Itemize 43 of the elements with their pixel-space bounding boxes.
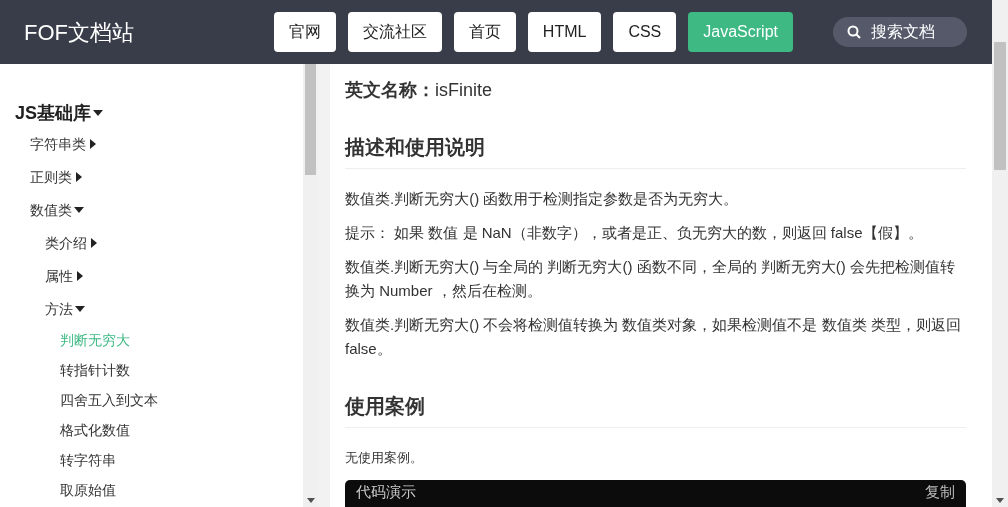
site-logo: FOF文档站 bbox=[24, 18, 134, 47]
caret-right-icon bbox=[89, 237, 99, 248]
sidebar-link[interactable]: 格式化数值 bbox=[60, 420, 130, 440]
section-heading: 描述和使用说明 bbox=[345, 132, 966, 169]
nav-button[interactable]: HTML bbox=[527, 12, 602, 52]
tree-toggle[interactable]: 数值类 bbox=[30, 199, 84, 220]
english-name: 英文名称：isFinite bbox=[345, 79, 493, 102]
copy-button[interactable]: 复制 bbox=[925, 483, 955, 501]
nav-button[interactable]: CSS bbox=[613, 12, 677, 52]
paragraph: 数值类.判断无穷大() 与全局的 判断无穷大() 函数不同，全局的 判断无穷大() 会先把检测值转换为 Number ，然后在检测。 bbox=[345, 257, 956, 301]
tree-toggle[interactable]: JS基础库 bbox=[15, 101, 104, 125]
page-scrollbar[interactable] bbox=[992, 0, 1008, 507]
paragraph: 数值类.判断无穷大() 函数用于检测指定参数是否为无穷大。 bbox=[345, 189, 740, 209]
caret-right-icon bbox=[74, 171, 84, 182]
tree-toggle[interactable]: 属性 bbox=[45, 265, 85, 286]
caret-down-icon bbox=[74, 204, 84, 215]
paragraph: 无使用案例。 bbox=[345, 449, 424, 467]
nav-button[interactable]: 首页 bbox=[453, 12, 516, 52]
caret-down-icon bbox=[75, 303, 85, 314]
paragraph: 提示： 如果 数值 是 NaN（非数字），或者是正、负无穷大的数，则返回 false【假】。 bbox=[345, 223, 924, 243]
nav-button[interactable]: 交流社区 bbox=[347, 12, 442, 52]
scrollbar-thumb[interactable] bbox=[305, 64, 316, 175]
search-icon bbox=[847, 25, 861, 39]
scroll-down-icon[interactable] bbox=[306, 498, 315, 503]
sidebar-link[interactable]: 四舍五入到文本 bbox=[60, 390, 158, 410]
caret-right-icon bbox=[75, 270, 85, 281]
tree-toggle[interactable]: 正则类 bbox=[30, 166, 84, 187]
sidebar-link[interactable]: 转指针计数 bbox=[60, 360, 130, 380]
scrollbar-thumb[interactable] bbox=[994, 42, 1006, 170]
sidebar-scrollbar[interactable] bbox=[303, 64, 318, 507]
scroll-down-icon[interactable] bbox=[996, 498, 1004, 503]
tree-toggle[interactable]: 字符串类 bbox=[30, 133, 98, 154]
sidebar-link[interactable]: 取原始值 bbox=[60, 480, 116, 500]
search-field[interactable]: 搜索文档 bbox=[833, 17, 967, 47]
tree-toggle[interactable]: 类介绍 bbox=[45, 232, 99, 253]
tree-toggle[interactable]: 方法 bbox=[45, 298, 85, 319]
caret-down-icon bbox=[93, 108, 104, 118]
nav-button[interactable]: 官网 bbox=[273, 12, 336, 52]
paragraph: 数值类.判断无穷大() 不会将检测值转换为 数值类对象，如果检测值不是 数值类 类型，则返回 false。 bbox=[345, 315, 962, 359]
section-heading: 使用案例 bbox=[345, 391, 966, 428]
caret-right-icon bbox=[88, 138, 98, 149]
sidebar-link[interactable]: 转字符串 bbox=[60, 450, 116, 470]
code-block-title: 代码演示 bbox=[356, 483, 416, 501]
